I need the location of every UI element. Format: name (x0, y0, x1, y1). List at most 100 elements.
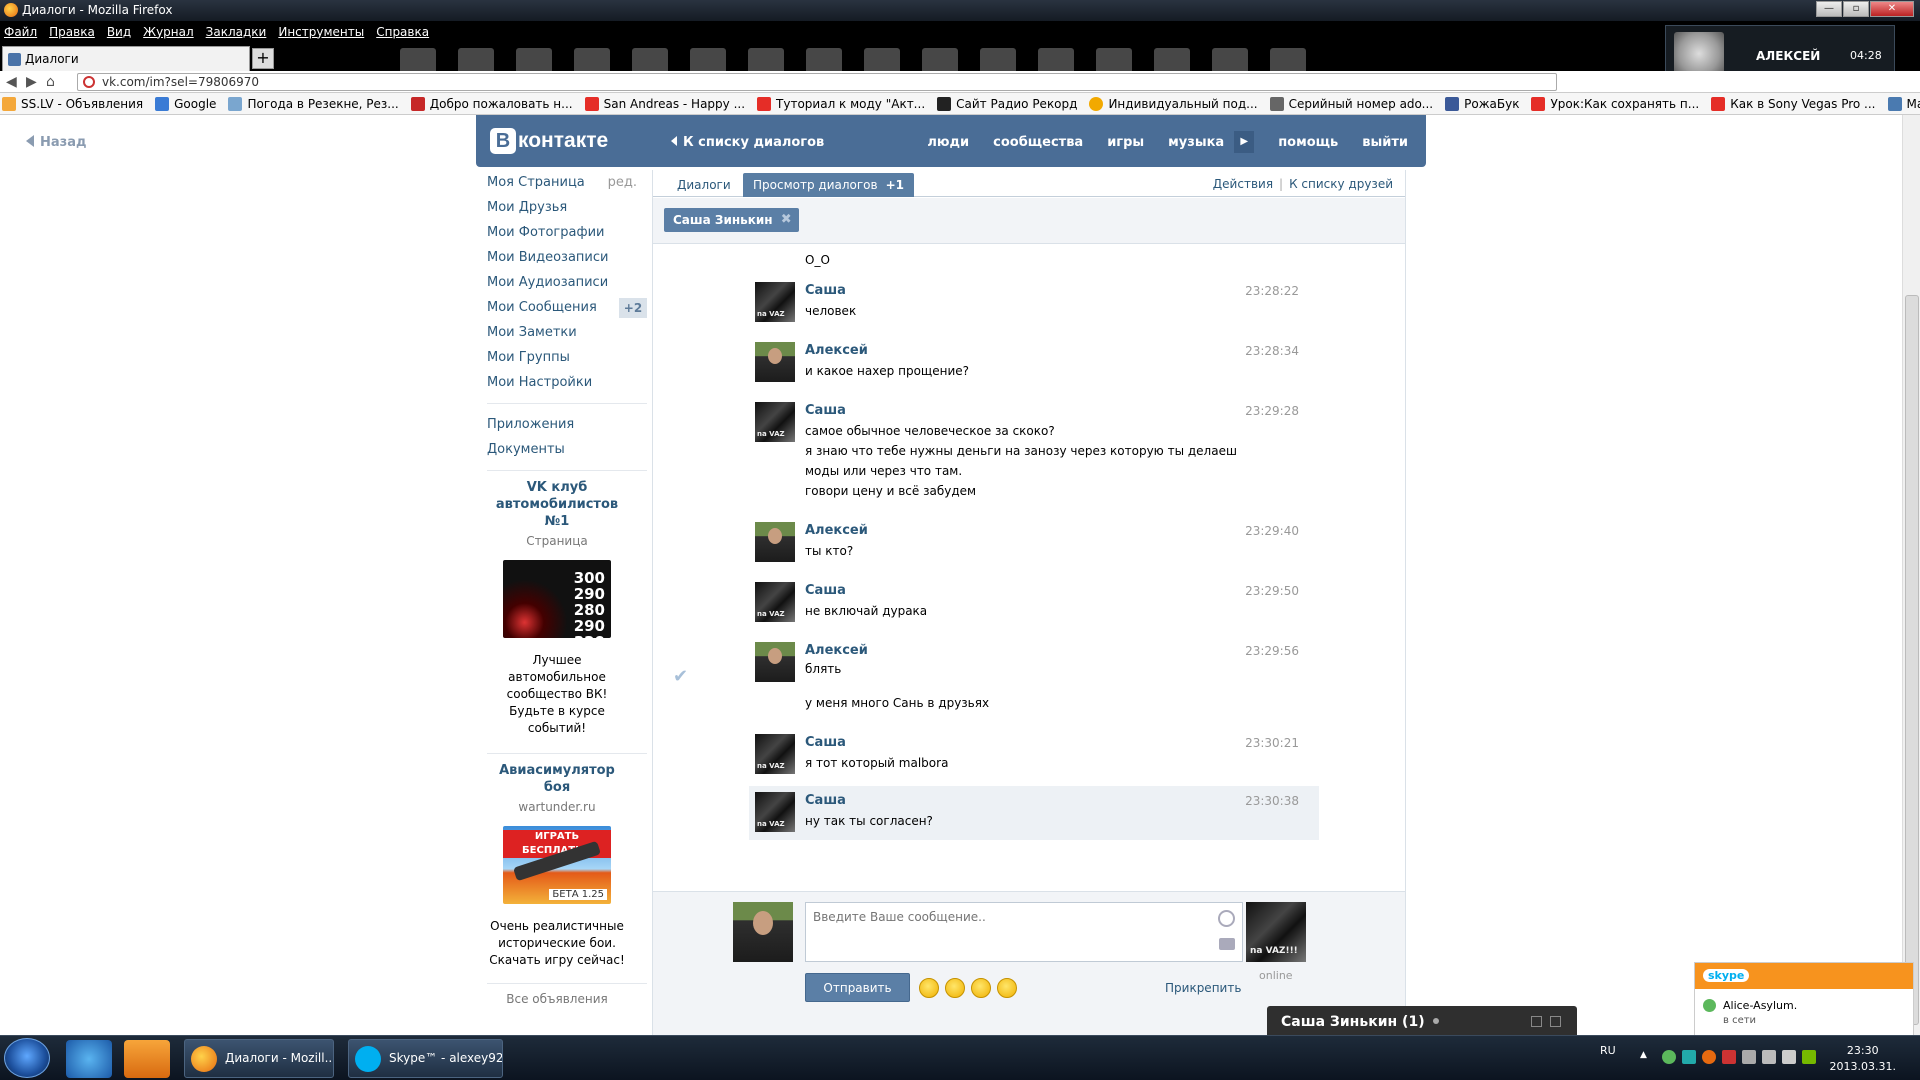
sasha-avatar[interactable] (755, 582, 795, 622)
send-button[interactable]: Отправить (805, 973, 910, 1002)
laugh-emoji-icon[interactable] (945, 978, 965, 998)
sidebar-item-my-page[interactable]: Моя Страница ред. (487, 170, 647, 195)
tray-firefox-icon[interactable] (1702, 1050, 1716, 1064)
bookmark-item[interactable]: Сайт Радио Рекорд (937, 96, 1077, 111)
wink-emoji-icon[interactable] (997, 978, 1017, 998)
taskbar-firefox[interactable]: Диалоги - Mozill... (184, 1039, 334, 1078)
sidebar-item-messages[interactable]: Мои Сообщения +2 (487, 295, 647, 320)
top-menu-logout[interactable]: выйти (1362, 135, 1408, 153)
play-icon[interactable]: ▶ (1234, 131, 1255, 153)
back-arrow-icon[interactable]: ◀ (6, 74, 17, 90)
all-ads-link[interactable]: Все объявления (487, 992, 627, 1007)
maximize-button[interactable]: ▫ (1843, 1, 1869, 17)
sidebar-item-videos[interactable]: Мои Видеозаписи (487, 245, 647, 270)
menu-help[interactable]: Справка (376, 25, 429, 39)
sidebar-item-audio[interactable]: Мои Аудиозаписи (487, 270, 647, 295)
peer-chip[interactable]: Саша Зинькин ✖ (664, 208, 799, 232)
message-input[interactable] (805, 902, 1243, 962)
alexey-avatar[interactable] (755, 342, 795, 382)
tab-dialogs[interactable]: Диалоги (667, 173, 741, 197)
my-avatar[interactable] (733, 902, 793, 962)
sidebar-item-notes[interactable]: Мои Заметки (487, 320, 647, 345)
ad-block[interactable]: VK клуб автомобилистов №1 Страница 300 2… (487, 479, 627, 737)
bookmark-item[interactable]: Google (155, 96, 216, 111)
smiley-icon[interactable] (1218, 910, 1235, 927)
bookmark-item[interactable]: Погода в Резекне, Рез... (228, 96, 399, 111)
bookmark-item[interactable]: Урок:Как сохранять п... (1531, 96, 1699, 111)
internet-explorer-icon[interactable] (66, 1040, 112, 1078)
message-author[interactable]: Саша (805, 793, 846, 808)
top-menu-music[interactable]: музыка (1168, 135, 1224, 153)
message-author[interactable]: Алексей (805, 643, 868, 658)
sidebar-item-friends[interactable]: Мои Друзья (487, 195, 647, 220)
top-menu-help[interactable]: помощь (1278, 135, 1338, 153)
bookmark-item[interactable]: Серийный номер ado... (1269, 96, 1433, 111)
menu-file[interactable]: Файл (4, 25, 37, 39)
warplane-image[interactable]: ИГРАТЬ БЕСПЛАТНО БЕТА 1.25 (503, 826, 611, 904)
nvidia-icon[interactable] (1802, 1050, 1816, 1064)
scrollbar-thumb[interactable] (1905, 295, 1919, 1025)
sidebar-item-photos[interactable]: Мои Фотографии (487, 220, 647, 245)
peer-avatar[interactable] (1246, 902, 1306, 962)
menu-bookmarks[interactable]: Закладки (206, 25, 267, 39)
start-button[interactable] (4, 1038, 50, 1078)
minimize-chat-icon[interactable] (1531, 1016, 1542, 1027)
sunglasses-emoji-icon[interactable] (971, 978, 991, 998)
ad-title[interactable]: VK клуб автомобилистов №1 (487, 479, 627, 530)
sasha-avatar[interactable] (755, 734, 795, 774)
sidebar-item-apps[interactable]: Приложения (487, 412, 647, 437)
speedometer-image[interactable]: 300 290 280 290 320 (503, 560, 611, 650)
taskbar-skype[interactable]: Skype™ - alexey92... (348, 1039, 503, 1078)
language-indicator[interactable]: RU (1600, 1044, 1616, 1057)
message-author[interactable]: Саша (805, 283, 846, 298)
top-menu-people[interactable]: люди (927, 135, 969, 153)
url-bar[interactable]: vk.com/im?sel=79806970 (77, 73, 1557, 91)
bookmark-item[interactable]: Main Page - Trucksim... (1887, 96, 1920, 111)
attach-link[interactable]: Прикрепить (1165, 981, 1241, 995)
menu-tools[interactable]: Инструменты (278, 25, 364, 39)
alexey-avatar[interactable] (755, 642, 795, 682)
home-icon[interactable]: ⌂ (46, 74, 55, 90)
bookmark-item[interactable]: SS.LV - Объявления (2, 96, 143, 111)
edit-link[interactable]: ред. (608, 170, 637, 195)
bookmark-item[interactable]: San Andreas - Happy ... (584, 96, 745, 111)
alexey-avatar[interactable] (755, 522, 795, 562)
tray-alert-icon[interactable] (1722, 1050, 1736, 1064)
back-to-dialogs-link[interactable]: К списку диалогов (666, 135, 824, 150)
neutral-emoji-icon[interactable] (919, 978, 939, 998)
sidebar-item-settings[interactable]: Мои Настройки (487, 370, 647, 395)
message-author[interactable]: Алексей (805, 343, 868, 358)
menu-view[interactable]: Вид (107, 25, 131, 39)
camera-icon[interactable] (1219, 938, 1235, 950)
friends-list-link[interactable]: К списку друзей (1289, 177, 1393, 191)
close-icon[interactable]: ✖ (781, 208, 792, 232)
close-chat-icon[interactable] (1550, 1016, 1561, 1027)
forward-arrow-icon[interactable]: ▶ (26, 74, 37, 90)
menu-history[interactable]: Журнал (143, 25, 194, 39)
tray-app-icon[interactable] (1662, 1050, 1676, 1064)
network-icon[interactable] (1762, 1050, 1776, 1064)
tray-flag-icon[interactable] (1742, 1050, 1756, 1064)
message-author[interactable]: Саша (805, 583, 846, 598)
sasha-avatar[interactable] (755, 792, 795, 832)
close-button[interactable]: ✕ (1870, 1, 1914, 17)
ad-title[interactable]: Авиасимулятор боя (487, 762, 627, 796)
media-player-icon[interactable] (124, 1040, 170, 1078)
top-menu-communities[interactable]: сообщества (993, 135, 1083, 153)
browser-tab[interactable]: Диалоги (2, 46, 250, 71)
menu-edit[interactable]: Правка (49, 25, 95, 39)
sasha-avatar[interactable] (755, 402, 795, 442)
sasha-avatar[interactable] (755, 282, 795, 322)
sidebar-item-groups[interactable]: Мои Группы (487, 345, 647, 370)
new-tab-button[interactable]: + (252, 48, 274, 69)
tray-skype-icon[interactable] (1682, 1050, 1696, 1064)
message-author[interactable]: Саша (805, 735, 846, 750)
page-scrollbar[interactable] (1902, 115, 1920, 1035)
minimize-button[interactable]: — (1816, 1, 1842, 17)
back-link[interactable]: Назад (20, 135, 86, 150)
tray-expand-icon[interactable]: ▲ (1640, 1050, 1654, 1064)
skype-notification[interactable]: skype Alice-Asylum. в сети (1694, 962, 1914, 1038)
message-author[interactable]: Саша (805, 403, 846, 418)
volume-icon[interactable] (1782, 1050, 1796, 1064)
message-author[interactable]: Алексей (805, 523, 868, 538)
